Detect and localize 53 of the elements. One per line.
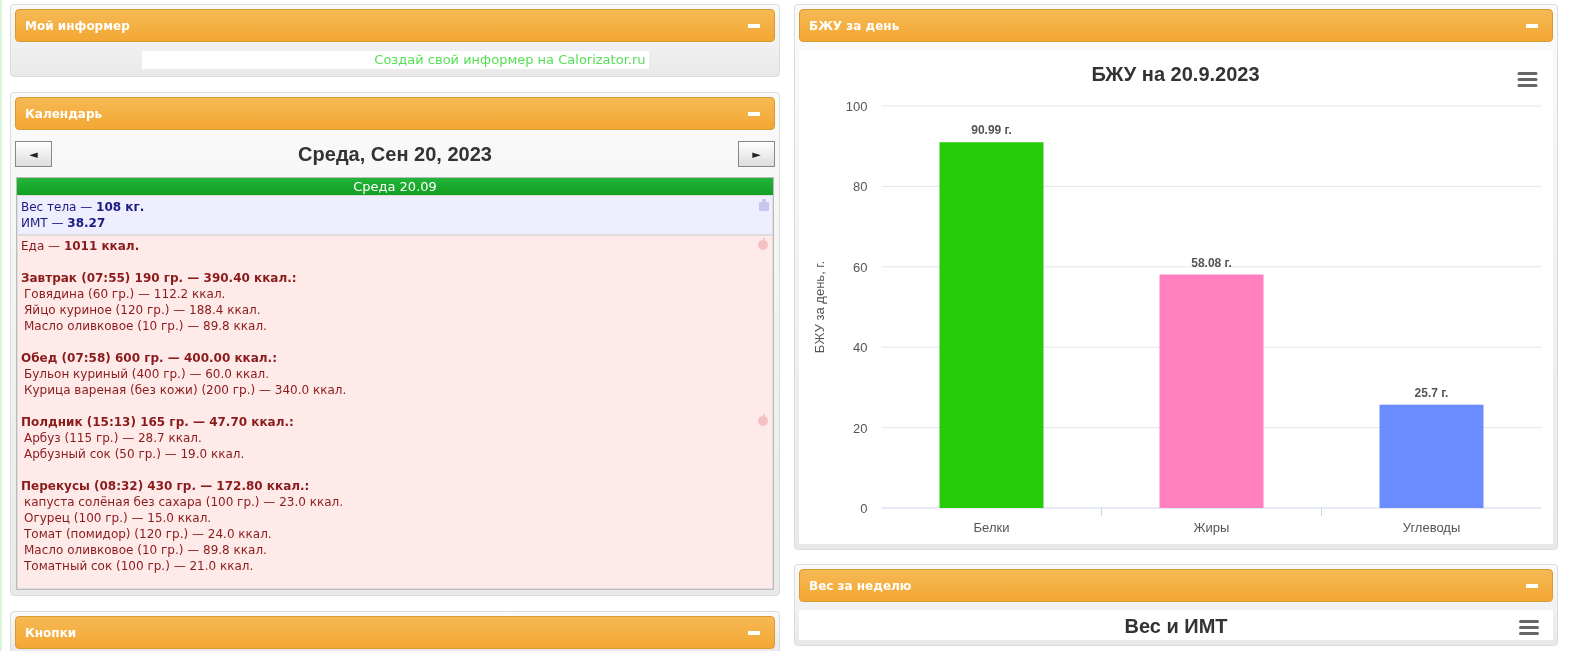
panel-title: Мой информер xyxy=(25,17,130,35)
day-header: Среда 20.09 xyxy=(17,178,773,195)
axis-category-label: Жиры xyxy=(1193,520,1230,535)
panel-title: Вес за неделю xyxy=(809,577,912,595)
chart-title: Вес и ИМТ xyxy=(1124,614,1228,639)
body-stat: ИМТ — 38.27 xyxy=(21,215,107,231)
panel-title: БЖУ за день xyxy=(809,17,900,35)
panel-title: Кнопки xyxy=(25,624,77,642)
prev-button[interactable]: ◄ xyxy=(15,141,52,167)
food-item: Арбузный сок (50 гр.) — 19.0 ккал. xyxy=(23,446,246,462)
data-label: 25.7 г. xyxy=(1414,385,1449,400)
food-item: Арбуз (115 гр.) — 28.7 ккал. xyxy=(23,430,203,446)
meal-heading: Перекусы (08:32) 430 гр. — 172.80 ккал.: xyxy=(21,478,311,494)
axis-title: БЖУ за день, г. xyxy=(811,260,827,354)
meal-heading: Обед (07:58) 600 гр. — 400.00 ккал.: xyxy=(21,350,278,366)
axis-tick-label: 100 xyxy=(845,99,868,114)
food-item: Масло оливковое (10 гр.) — 89.8 ккал. xyxy=(23,542,268,558)
body-stat: Вес тела — 108 кг. xyxy=(21,199,145,215)
food-item: Яйцо куриное (120 гр.) — 188.4 ккал. xyxy=(23,302,262,318)
menu-icon[interactable] xyxy=(1519,620,1539,636)
food-item: Томат (помидор) (120 гр.) — 24.0 ккал. xyxy=(23,526,273,542)
meal-heading: Полдник (15:13) 165 гр. — 47.70 ккал.: xyxy=(21,414,295,430)
axis-tick-label: 40 xyxy=(853,340,868,356)
chart-title: БЖУ на 20.9.2023 xyxy=(1091,63,1260,85)
axis-tick-label: 60 xyxy=(853,259,868,275)
food-item: Томатный сок (100 гр.) — 21.0 ккал. xyxy=(23,558,255,574)
apple-icon xyxy=(757,238,769,250)
meal-heading: Завтрак (07:55) 190 гр. — 390.40 ккал.: xyxy=(21,270,298,286)
weight-icon xyxy=(759,199,769,211)
axis-tick-label: 80 xyxy=(853,179,868,195)
food-item: Бульон куриный (400 гр.) — 60.0 ккал. xyxy=(23,366,271,382)
food-total: Еда — 1011 ккал. xyxy=(21,238,141,254)
food-item: Масло оливковое (10 гр.) — 89.8 ккал. xyxy=(23,318,268,334)
apple-icon xyxy=(757,414,769,426)
food-item: Огурец (100 гр.) — 15.0 ккал. xyxy=(23,510,213,526)
axis-tick-label: 0 xyxy=(860,501,868,516)
food-item: капуста солёная без сахара (100 гр.) — 23.0 ккал. xyxy=(23,494,344,510)
data-label: 90.99 г. xyxy=(971,123,1012,138)
menu-icon[interactable] xyxy=(1517,72,1538,87)
calendar-date: Среда, Сен 20, 2023 xyxy=(298,142,492,167)
axis-category-label: Белки xyxy=(973,520,1010,535)
food-item: Говядина (60 гр.) — 112.2 ккал. xyxy=(23,286,227,302)
minus-icon[interactable] xyxy=(1526,23,1538,28)
axis-tick-label: 20 xyxy=(853,420,868,436)
next-button[interactable]: ► xyxy=(738,141,775,167)
axis-category-label: Углеводы xyxy=(1402,520,1461,535)
minus-icon[interactable] xyxy=(748,23,760,28)
data-label: 58.08 г. xyxy=(1191,255,1232,270)
panel-title: Календарь xyxy=(25,105,103,123)
minus-icon[interactable] xyxy=(748,111,760,116)
minus-icon[interactable] xyxy=(748,630,760,635)
food-item: Курица вареная (без кожи) (200 гр.) — 340.0 ккал. xyxy=(23,382,347,398)
minus-icon[interactable] xyxy=(1526,583,1538,588)
